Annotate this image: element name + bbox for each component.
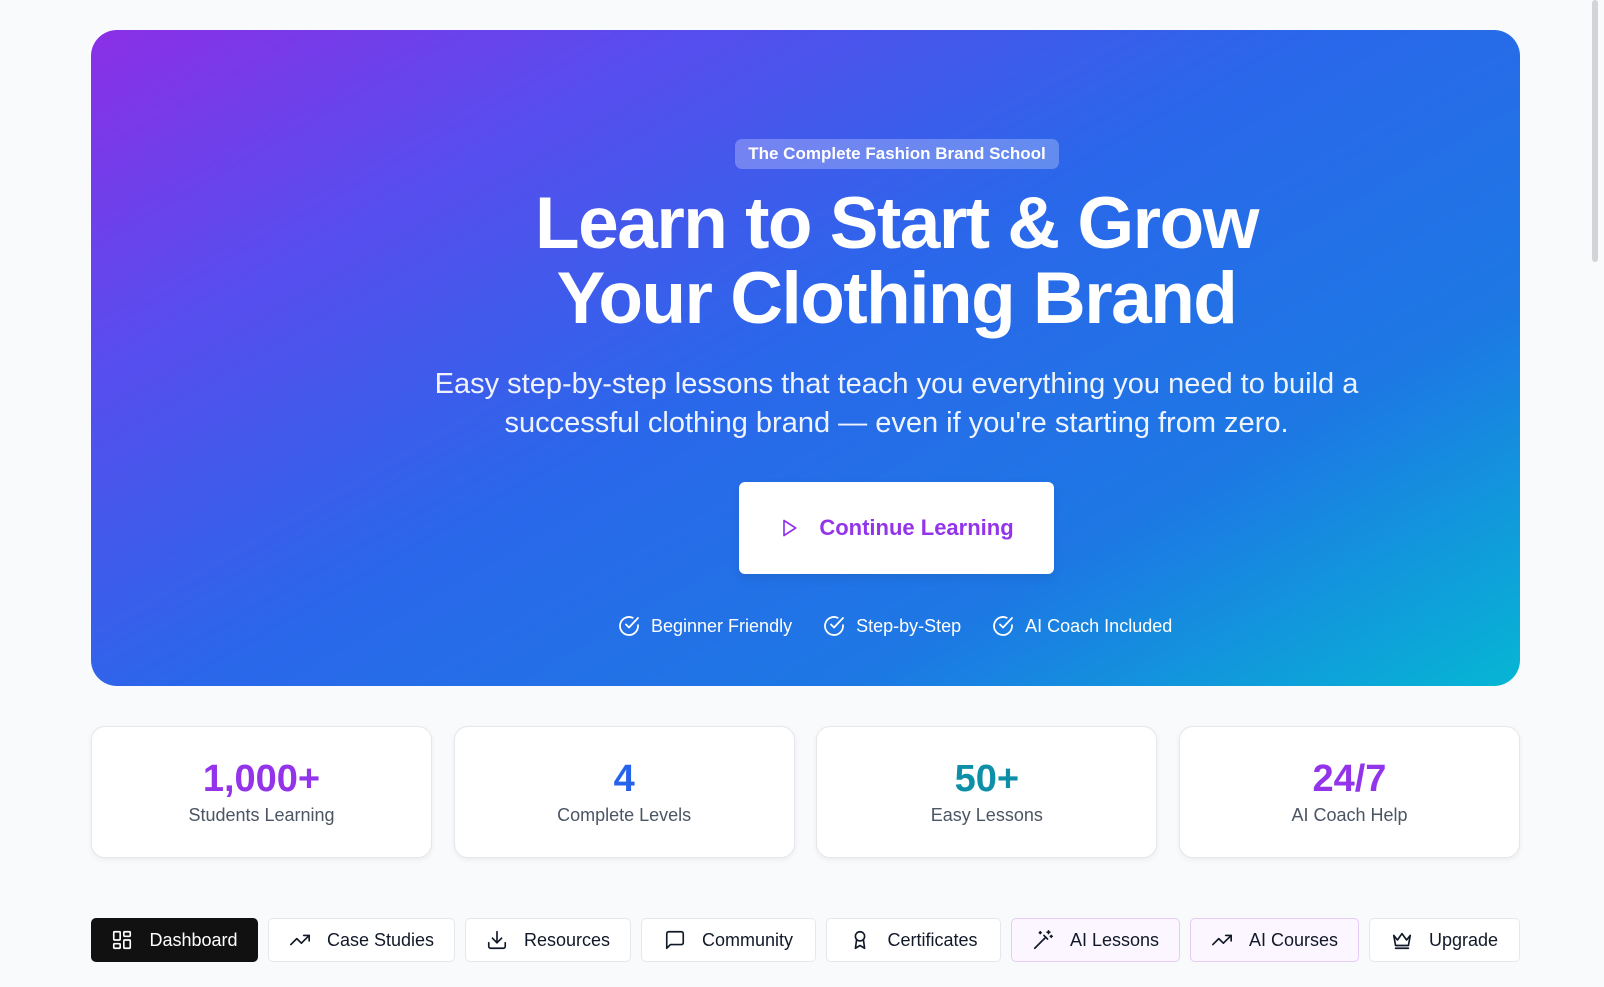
tab-label: Dashboard (149, 929, 238, 950)
magic-wand-icon (1032, 929, 1054, 951)
feature-label: AI Coach Included (1025, 615, 1173, 636)
feature-label: Step-by-Step (856, 615, 962, 636)
feature-list: Beginner Friendly Step-by-Step AI Coach … (617, 613, 1197, 639)
award-icon (849, 929, 871, 951)
dashboard-icon (111, 929, 133, 951)
stat-card-lessons: 50+ Easy Lessons (816, 726, 1158, 858)
tab-label: AI Courses (1248, 929, 1339, 950)
tab-case-studies[interactable]: Case Studies (268, 918, 455, 962)
tab-label: Community (701, 929, 794, 950)
subtitle-line-2: successful clothing brand — even if you'… (504, 407, 1289, 439)
download-icon (486, 929, 508, 951)
hero-badge: The Complete Fashion Brand School (735, 139, 1059, 169)
stat-label: AI Coach Help (1291, 805, 1408, 825)
feature-item: Beginner Friendly (617, 614, 792, 638)
stat-value: 4 (613, 758, 635, 800)
continue-learning-button[interactable]: Continue Learning (739, 482, 1054, 574)
tab-ai-courses[interactable]: AI Courses (1190, 918, 1359, 962)
tab-label: Certificates (887, 929, 978, 950)
tab-resources[interactable]: Resources (465, 918, 631, 962)
stats-row: 1,000+ Students Learning 4 Complete Leve… (91, 726, 1520, 858)
tab-label: Case Studies (326, 929, 435, 950)
message-square-icon (664, 929, 686, 951)
subtitle-line-1: Easy step-by-step lessons that teach you… (434, 368, 1359, 400)
hero-subtitle: Easy step-by-step lessons that teach you… (371, 365, 1422, 443)
stat-card-ai-coach: 24/7 AI Coach Help (1178, 726, 1520, 858)
tab-ai-lessons[interactable]: AI Lessons (1011, 918, 1180, 962)
tab-community[interactable]: Community (641, 918, 816, 962)
check-circle-icon (991, 614, 1015, 638)
scrollbar-thumb[interactable] (1592, 0, 1598, 262)
tab-certificates[interactable]: Certificates (826, 918, 1001, 962)
headline-line-1: Learn to Start & Grow (535, 183, 1259, 264)
feature-item: AI Coach Included (991, 614, 1172, 638)
crown-icon (1391, 929, 1413, 951)
hero-banner: The Complete Fashion Brand School Learn … (91, 30, 1520, 686)
stat-value: 24/7 (1312, 758, 1387, 800)
stat-label: Easy Lessons (930, 805, 1043, 825)
feature-item: Step-by-Step (822, 614, 961, 638)
trending-up-icon (289, 929, 311, 951)
tab-label: Resources (523, 929, 611, 950)
tab-upgrade[interactable]: Upgrade (1369, 918, 1520, 962)
play-icon (779, 518, 799, 538)
stat-label: Complete Levels (557, 805, 692, 825)
tab-dashboard[interactable]: Dashboard (91, 918, 258, 962)
stat-card-students: 1,000+ Students Learning (91, 726, 432, 858)
tab-label: AI Lessons (1069, 929, 1160, 950)
trending-up-icon (1211, 929, 1233, 951)
tab-label: Upgrade (1428, 929, 1499, 950)
stat-label: Students Learning (188, 805, 335, 825)
feature-label: Beginner Friendly (651, 615, 793, 636)
nav-tabs: Dashboard Case Studies Resources Communi… (91, 918, 1520, 962)
continue-learning-label: Continue Learning (819, 515, 1014, 540)
check-circle-icon (617, 614, 641, 638)
stat-card-levels: 4 Complete Levels (453, 726, 795, 858)
check-circle-icon (822, 614, 846, 638)
stat-value: 50+ (954, 758, 1020, 800)
headline-line-2: Your Clothing Brand (556, 258, 1238, 339)
hero-headline: Learn to Start & Grow Your Clothing Bran… (396, 186, 1397, 336)
stat-value: 1,000+ (202, 758, 321, 800)
